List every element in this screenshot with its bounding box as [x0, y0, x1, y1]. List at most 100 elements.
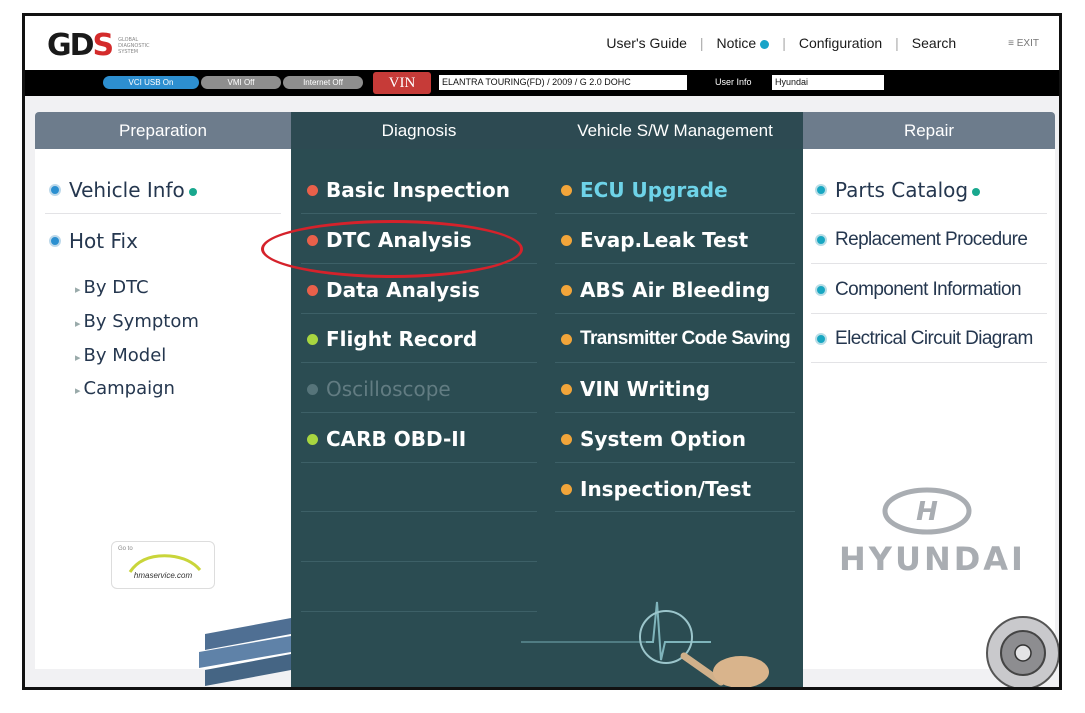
component-information-label: Component Information [835, 279, 1022, 300]
exit-label: EXIT [1016, 37, 1039, 49]
hotfix-by-model-link[interactable]: ▸ By Model [75, 345, 166, 366]
new-indicator-icon [188, 188, 197, 196]
top-nav: User's Guide | Notice | Configuration | … [606, 35, 1039, 51]
tab-repair[interactable]: Repair [803, 112, 1055, 149]
evap-leak-test-label: Evap.Leak Test [580, 228, 749, 252]
divider [811, 213, 1047, 214]
exit-button[interactable]: ≡ EXIT [1008, 38, 1039, 49]
bullet-icon [815, 284, 827, 296]
notice-label: Notice [716, 35, 757, 51]
vehicle-info-link[interactable]: Vehicle Info [49, 167, 197, 213]
hotfix-by-symptom-link[interactable]: ▸ By Symptom [75, 311, 199, 332]
arrow-icon: ▸ [75, 283, 81, 296]
inspection-test-label: Inspection/Test [580, 477, 752, 501]
tab-preparation[interactable]: Preparation [35, 112, 291, 149]
carb-obd2-link[interactable]: CARB OBD-II [307, 416, 466, 462]
nav-separator: | [699, 35, 704, 51]
arrow-icon: ▸ [75, 384, 81, 397]
by-model-label: By Model [83, 345, 167, 366]
bullet-icon [561, 433, 572, 445]
notice-link[interactable]: Notice [717, 35, 770, 51]
divider [555, 511, 795, 512]
arrow-icon: ▸ [75, 351, 81, 364]
vmi-status-badge: VMI Off [201, 76, 281, 89]
hot-fix-link[interactable]: Hot Fix [49, 218, 138, 264]
top-header: GDS GLOBAL DIAGNOSTIC SYSTEM User's Guid… [25, 16, 1059, 70]
hmaservice-url: hmaservice.com [133, 571, 193, 580]
campaign-label: Campaign [83, 378, 175, 399]
electrical-circuit-diagram-label: Electrical Circuit Diagram [835, 328, 1033, 349]
hot-fix-label: Hot Fix [69, 229, 138, 253]
hmaservice-link[interactable]: Go to hmaservice.com [111, 541, 215, 589]
bullet-icon [561, 284, 572, 296]
divider [301, 561, 537, 562]
divider [811, 362, 1047, 363]
search-link[interactable]: Search [912, 35, 956, 51]
bullet-icon [561, 483, 572, 495]
transmitter-code-saving-label: Transmitter Code Saving [580, 328, 791, 349]
hotfix-campaign-link[interactable]: ▸ Campaign [75, 378, 175, 399]
hyundai-wordmark: HYUNDAI [839, 540, 1026, 578]
vehicle-info-label: Vehicle Info [69, 178, 185, 202]
electrical-circuit-diagram-link[interactable]: Electrical Circuit Diagram [815, 316, 1033, 362]
manuals-books-icon [199, 618, 291, 686]
vin-field[interactable]: ELANTRA TOURING(FD) / 2009 / G 2.0 DOHC [439, 75, 687, 90]
users-guide-link[interactable]: User's Guide [606, 35, 686, 51]
carb-obd2-label: CARB OBD-II [326, 427, 467, 451]
abs-air-bleeding-label: ABS Air Bleeding [580, 278, 771, 302]
divider [811, 263, 1047, 264]
hotfix-by-dtc-link[interactable]: ▸ By DTC [75, 277, 149, 298]
divider [301, 362, 537, 363]
divider [811, 313, 1047, 314]
flight-record-link[interactable]: Flight Record [307, 316, 477, 362]
bullet-icon [815, 333, 827, 345]
system-option-label: System Option [580, 427, 746, 451]
evap-leak-test-link[interactable]: Evap.Leak Test [561, 217, 748, 263]
oscilloscope-label: Oscilloscope [326, 377, 451, 401]
svg-text:H: H [916, 497, 938, 527]
flight-record-label: Flight Record [326, 327, 478, 351]
data-analysis-label: Data Analysis [326, 278, 480, 302]
nav-separator: | [895, 35, 899, 51]
vin-writing-link[interactable]: VIN Writing [561, 366, 710, 412]
bullet-icon [307, 284, 318, 296]
bullet-icon [307, 333, 318, 345]
ecu-upgrade-label: ECU Upgrade [580, 178, 728, 202]
bullet-icon [561, 333, 572, 345]
bullet-icon [307, 383, 318, 395]
configuration-link[interactable]: Configuration [799, 35, 882, 51]
oscilloscope-link: Oscilloscope [307, 366, 451, 412]
gds-logo: GDS GLOBAL DIAGNOSTIC SYSTEM [47, 28, 150, 63]
vci-status-badge: VCI USB On [103, 76, 199, 89]
basic-inspection-label: Basic Inspection [326, 178, 511, 202]
vin-writing-label: VIN Writing [580, 377, 711, 401]
logo-wordmark: GDS [47, 28, 114, 63]
divider [555, 263, 795, 264]
tab-vehicle-sw-management[interactable]: Vehicle S/W Management [547, 112, 803, 149]
divider [45, 213, 281, 214]
status-bar: VCI USB On VMI Off Internet Off VIN ELAN… [25, 70, 1059, 96]
parts-catalog-link[interactable]: Parts Catalog [815, 167, 981, 213]
replacement-procedure-label: Replacement Procedure [835, 229, 1028, 250]
bullet-icon [561, 383, 572, 395]
system-option-link[interactable]: System Option [561, 416, 746, 462]
replacement-procedure-link[interactable]: Replacement Procedure [815, 217, 1028, 263]
new-indicator-icon [972, 188, 981, 196]
ecu-upgrade-link[interactable]: ECU Upgrade [561, 167, 728, 213]
divider [301, 313, 537, 314]
bullet-icon [815, 184, 827, 196]
inspection-test-link[interactable]: Inspection/Test [561, 466, 751, 512]
divider [555, 313, 795, 314]
abs-air-bleeding-link[interactable]: ABS Air Bleeding [561, 267, 770, 313]
divider [301, 511, 537, 512]
bullet-icon [561, 184, 572, 196]
component-information-link[interactable]: Component Information [815, 267, 1022, 313]
user-info-field[interactable]: Hyundai [772, 75, 884, 90]
basic-inspection-link[interactable]: Basic Inspection [307, 167, 510, 213]
by-symptom-label: By Symptom [83, 311, 199, 332]
notice-indicator-icon [760, 39, 770, 49]
transmitter-code-saving-link[interactable]: Transmitter Code Saving [561, 316, 791, 362]
tab-diagnosis[interactable]: Diagnosis [291, 112, 547, 149]
nav-separator: | [782, 35, 786, 51]
vin-button[interactable]: VIN [373, 72, 431, 94]
